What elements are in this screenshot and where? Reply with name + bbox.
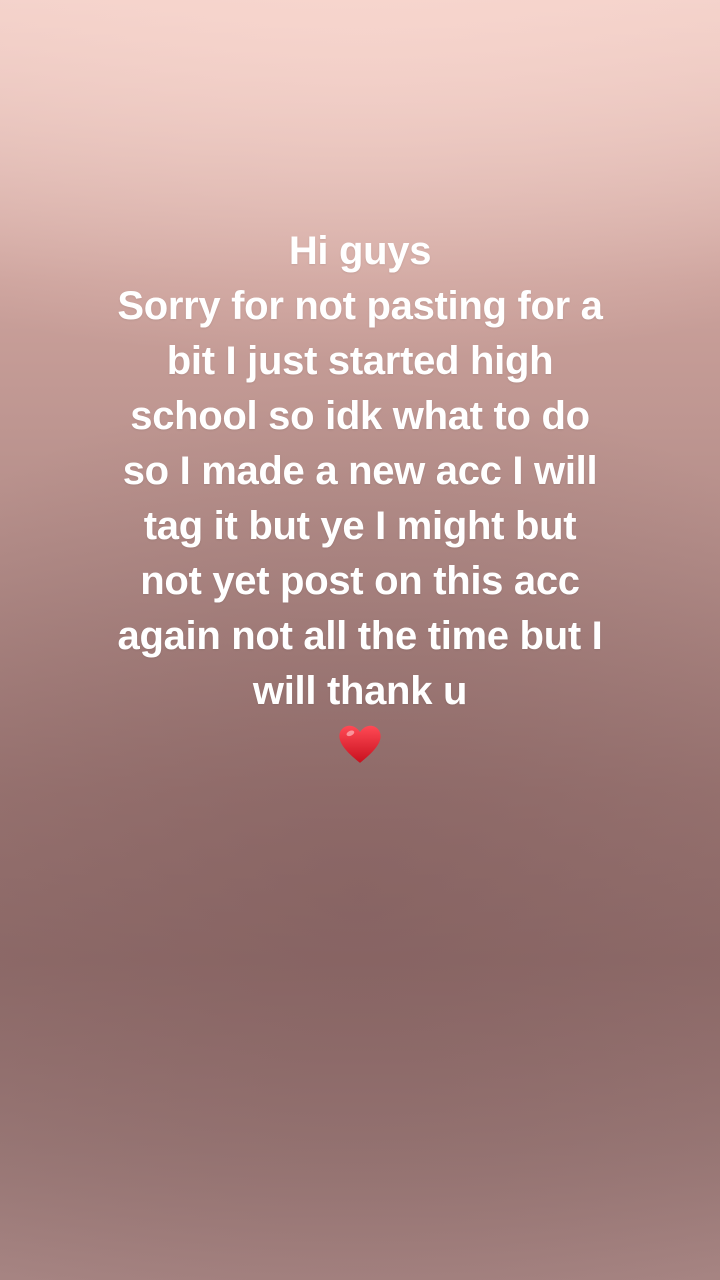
story-line: so I made a new acc I will: [122, 449, 598, 493]
story-line: again not all the time but I: [117, 614, 603, 658]
story-line: Sorry for not pasting for a: [117, 284, 603, 328]
story-line: tag it but ye I might but: [143, 504, 577, 548]
story-line: school so idk what to do: [130, 394, 590, 438]
story-text-block: Hi guys Sorry for not pasting for a bit …: [60, 224, 660, 767]
story-line: bit I just started high: [166, 339, 554, 383]
story-line: not yet post on this acc: [140, 559, 580, 603]
story-line: will thank u: [252, 669, 468, 713]
story-line: Hi guys: [288, 229, 432, 273]
heart-icon: [339, 725, 381, 763]
